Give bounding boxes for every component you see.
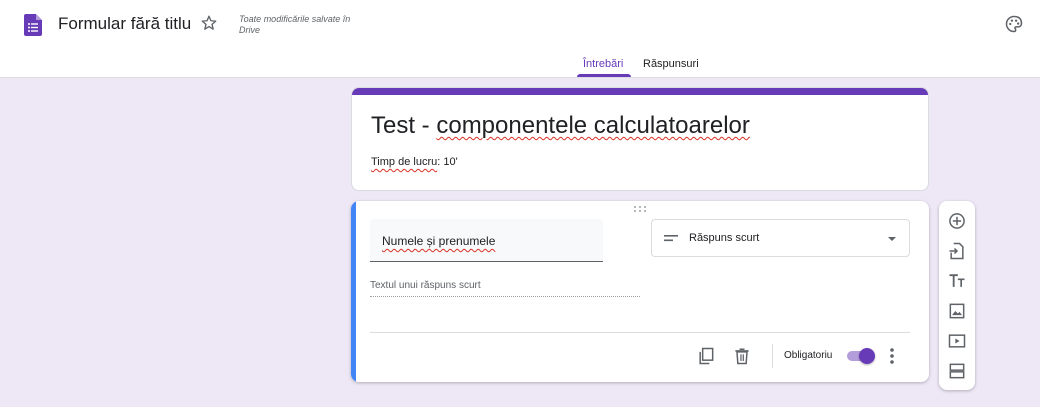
chevron-down-icon: [888, 237, 896, 241]
import-questions-icon[interactable]: [947, 241, 967, 261]
active-tab-indicator: [577, 74, 631, 77]
video-icon[interactable]: [947, 331, 967, 351]
star-icon[interactable]: [200, 14, 218, 32]
drag-handle-icon[interactable]: [633, 205, 647, 213]
forms-app-icon[interactable]: [24, 14, 42, 36]
document-title[interactable]: Formular fără titlu: [58, 14, 191, 34]
app-header: Formular fără titlu Toate modificările s…: [0, 0, 1040, 78]
toggle-knob: [859, 348, 875, 364]
duplicate-icon[interactable]: [696, 346, 716, 366]
tab-bar: Întrebări Răspunsuri: [0, 56, 1040, 78]
add-question-icon[interactable]: [947, 211, 967, 231]
short-answer-placeholder: Textul unui răspuns scurt: [370, 279, 640, 297]
save-status: Toate modificările salvate în Drive: [239, 14, 351, 35]
question-card[interactable]: Numele și prenumele Răspuns scurt Textul…: [351, 201, 929, 382]
short-answer-icon: [664, 235, 678, 242]
active-question-indicator: [351, 201, 356, 382]
more-vert-icon[interactable]: [886, 346, 898, 366]
tab-questions[interactable]: Întrebări: [583, 58, 623, 70]
palette-icon[interactable]: [1004, 14, 1024, 34]
form-description[interactable]: Timp de lucru: 10': [371, 156, 458, 168]
question-title-input[interactable]: Numele și prenumele: [370, 219, 603, 262]
floating-toolbar: [939, 201, 975, 390]
question-title-text: Numele și prenumele: [382, 234, 496, 248]
section-icon[interactable]: [947, 361, 967, 381]
footer-divider: [370, 332, 910, 333]
delete-icon[interactable]: [732, 346, 752, 366]
form-title[interactable]: Test - componentele calculatoarelor: [371, 112, 750, 140]
title-text-icon[interactable]: [947, 271, 967, 291]
image-icon[interactable]: [947, 301, 967, 321]
tab-responses[interactable]: Răspunsuri: [643, 58, 699, 70]
footer-separator: [772, 344, 773, 368]
form-title-text: Test - componentele calculatoarelor: [371, 112, 750, 139]
description-label: Timp de lucru: [371, 156, 438, 168]
title-card-accent: [352, 88, 928, 95]
question-type-label: Răspuns scurt: [689, 232, 760, 244]
description-value: : 10': [437, 156, 458, 168]
form-title-card[interactable]: Test - componentele calculatoarelor Timp…: [351, 87, 929, 191]
question-type-dropdown[interactable]: Răspuns scurt: [651, 219, 910, 257]
required-toggle[interactable]: [845, 348, 877, 364]
required-label: Obligatoriu: [784, 350, 833, 361]
